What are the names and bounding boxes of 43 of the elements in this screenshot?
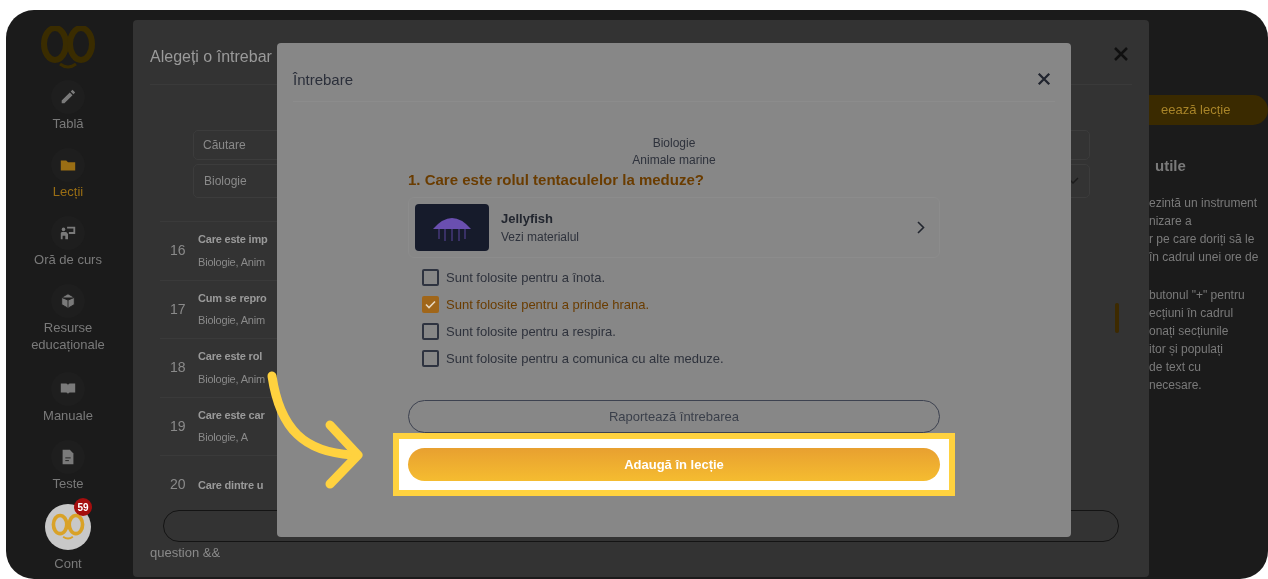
sidebar-item[interactable]: Oră de curs bbox=[13, 216, 123, 284]
teacher-board-icon bbox=[59, 224, 77, 242]
question-text: 1. Care este rolul tentaculelor la meduze? bbox=[408, 170, 705, 190]
option-label: Sunt folosite pentru a respira. bbox=[446, 322, 616, 341]
sidebar-item[interactable]: Tablă bbox=[13, 80, 123, 148]
text-line: nizare a bbox=[1149, 212, 1193, 230]
avatar-icon[interactable] bbox=[45, 504, 91, 550]
option-label: Sunt folosite pentru a prinde hrana. bbox=[446, 295, 650, 314]
text-line: r pe care doriți să le bbox=[1149, 230, 1256, 248]
notification-badge: 59 bbox=[74, 498, 92, 516]
text-line: ecțiuni în cadrul bbox=[1149, 304, 1235, 322]
logo-icon bbox=[40, 26, 96, 70]
create-lesson-button[interactable]: eează lecție bbox=[1149, 95, 1268, 125]
material-card[interactable]: Jellyfish Vezi materialul bbox=[408, 197, 940, 258]
cube-icon bbox=[59, 292, 77, 310]
sidebar-item[interactable]: Resurse educaționale bbox=[13, 284, 123, 372]
text-line: în cadrul unei ore de bbox=[1149, 248, 1260, 266]
section-heading: utile bbox=[1154, 156, 1187, 176]
text-line: onați secțiunile bbox=[1149, 322, 1230, 340]
topic-label: Animale marine bbox=[631, 152, 717, 169]
text-line: ezintă un instrument bbox=[1149, 194, 1259, 212]
option-label: Sunt folosite pentru a înota. bbox=[446, 268, 605, 287]
subject-label: Biologie bbox=[651, 135, 697, 152]
footer-text: question && bbox=[150, 544, 221, 562]
pencil-icon bbox=[59, 88, 77, 106]
text-line: de text cu bbox=[1149, 358, 1203, 376]
sidebar-item[interactable]: Manuale bbox=[13, 372, 123, 440]
text-line: necesare. bbox=[1149, 376, 1203, 394]
dialog-title: Întrebare bbox=[293, 70, 354, 90]
checkmark-icon bbox=[425, 300, 436, 309]
checkbox[interactable] bbox=[422, 296, 439, 313]
chevron-right-icon bbox=[917, 221, 925, 234]
close-icon[interactable] bbox=[1037, 72, 1051, 86]
sidebar-item[interactable]: Cont bbox=[54, 554, 82, 574]
checkbox[interactable] bbox=[422, 350, 439, 367]
checkbox[interactable] bbox=[422, 269, 439, 286]
option-label: Sunt folosite pentru a comunica cu alte meduze. bbox=[446, 349, 724, 368]
dialog-title: Alegeți o întrebar bbox=[150, 47, 272, 67]
scrollbar-thumb[interactable] bbox=[1115, 303, 1119, 333]
text-line: butonul "+" pentru bbox=[1149, 286, 1246, 304]
checkbox[interactable] bbox=[422, 323, 439, 340]
text-line: itor și populați bbox=[1149, 340, 1225, 358]
sidebar-item[interactable]: Lecții bbox=[13, 148, 123, 216]
